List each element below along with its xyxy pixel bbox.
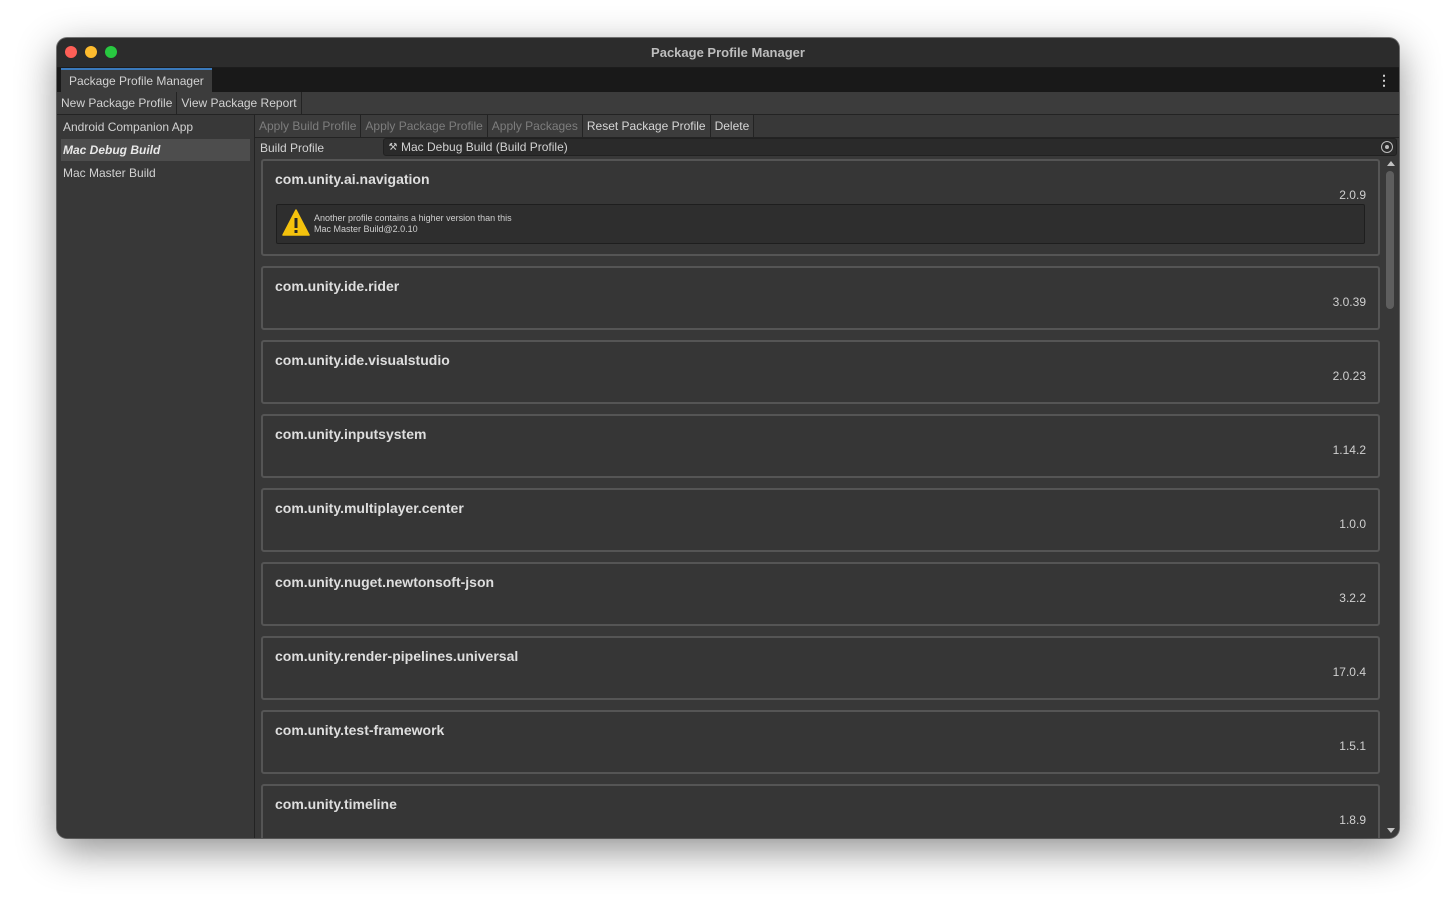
package-version: 1.5.1 xyxy=(1339,739,1366,753)
build-profile-icon: ⚒ xyxy=(388,141,398,153)
build-profile-row: Build Profile ⚒ Mac Debug Build (Build P… xyxy=(255,138,1399,157)
tab-package-profile-manager[interactable]: Package Profile Manager xyxy=(61,68,212,92)
sidebar-item-mac-debug-build[interactable]: Mac Debug Build xyxy=(61,139,250,161)
package-name: com.unity.render-pipelines.universal xyxy=(275,648,519,664)
package-card: com.unity.ide.visualstudio 2.0.23 xyxy=(261,340,1380,404)
package-version: 1.14.2 xyxy=(1332,443,1366,457)
object-picker-icon[interactable] xyxy=(1381,141,1393,153)
profile-sidebar: Android Companion App Mac Debug Build Ma… xyxy=(57,115,255,838)
version-warning-box: Another profile contains a higher versio… xyxy=(276,204,1365,244)
package-card: com.unity.test-framework 1.5.1 xyxy=(261,710,1380,774)
package-name: com.unity.multiplayer.center xyxy=(275,500,464,516)
apply-build-profile-button[interactable]: Apply Build Profile xyxy=(255,115,362,137)
tab-bar: Package Profile Manager ⋮ xyxy=(57,68,1399,92)
package-name: com.unity.timeline xyxy=(275,796,397,812)
package-version: 1.0.0 xyxy=(1339,517,1366,531)
vertical-scrollbar[interactable] xyxy=(1383,159,1399,838)
sidebar-item-mac-master-build[interactable]: Mac Master Build xyxy=(61,162,250,184)
toolbar: New Package Profile View Package Report xyxy=(57,92,1399,115)
app-window: Package Profile Manager Package Profile … xyxy=(57,38,1399,838)
scroll-down-icon[interactable] xyxy=(1387,828,1395,833)
package-name: com.unity.test-framework xyxy=(275,722,445,738)
sidebar-item-android-companion-app[interactable]: Android Companion App xyxy=(61,116,250,138)
package-card: com.unity.inputsystem 1.14.2 xyxy=(261,414,1380,478)
window-controls xyxy=(65,46,117,58)
package-version: 3.2.2 xyxy=(1339,591,1366,605)
scroll-up-icon[interactable] xyxy=(1387,161,1395,166)
package-version: 3.0.39 xyxy=(1332,295,1366,309)
warning-detail: Mac Master Build@2.0.10 xyxy=(314,224,418,234)
package-name: com.unity.ide.rider xyxy=(275,278,400,294)
window-title: Package Profile Manager xyxy=(651,45,805,60)
package-version: 1.8.9 xyxy=(1339,813,1366,827)
new-package-profile-button[interactable]: New Package Profile xyxy=(57,92,178,114)
package-version: 2.0.23 xyxy=(1332,369,1366,383)
package-version: 2.0.9 xyxy=(1339,188,1366,202)
package-card: com.unity.nuget.newtonsoft-json 3.2.2 xyxy=(261,562,1380,626)
package-name: com.unity.inputsystem xyxy=(275,426,427,442)
package-card: com.unity.ai.navigation 2.0.9 Another pr… xyxy=(261,159,1380,256)
reset-package-profile-button[interactable]: Reset Package Profile xyxy=(582,115,711,137)
package-card: com.unity.render-pipelines.universal 17.… xyxy=(261,636,1380,700)
build-profile-label: Build Profile xyxy=(260,140,325,155)
apply-packages-button[interactable]: Apply Packages xyxy=(487,115,583,137)
package-card: com.unity.ide.rider 3.0.39 xyxy=(261,266,1380,330)
minimize-window-button[interactable] xyxy=(85,46,97,58)
view-package-report-button[interactable]: View Package Report xyxy=(177,92,302,114)
maximize-window-button[interactable] xyxy=(105,46,117,58)
package-name: com.unity.nuget.newtonsoft-json xyxy=(275,574,495,590)
close-window-button[interactable] xyxy=(65,46,77,58)
profile-detail-panel: Apply Build Profile Apply Package Profil… xyxy=(255,115,1399,838)
package-card: com.unity.timeline 1.8.9 xyxy=(261,784,1380,838)
warning-icon xyxy=(282,209,310,236)
package-card: com.unity.multiplayer.center 1.0.0 xyxy=(261,488,1380,552)
package-name: com.unity.ai.navigation xyxy=(275,171,430,187)
build-profile-value: Mac Debug Build (Build Profile) xyxy=(401,140,568,154)
warning-message: Another profile contains a higher versio… xyxy=(314,213,512,223)
action-bar: Apply Build Profile Apply Package Profil… xyxy=(255,115,1399,138)
title-bar: Package Profile Manager xyxy=(57,38,1399,68)
package-list: com.unity.ai.navigation 2.0.9 Another pr… xyxy=(255,159,1383,838)
more-options-icon[interactable]: ⋮ xyxy=(1377,72,1391,89)
scrollbar-thumb[interactable] xyxy=(1386,171,1394,309)
package-version: 17.0.4 xyxy=(1332,665,1366,679)
apply-package-profile-button[interactable]: Apply Package Profile xyxy=(361,115,488,137)
package-name: com.unity.ide.visualstudio xyxy=(275,352,450,368)
build-profile-field[interactable]: ⚒ Mac Debug Build (Build Profile) xyxy=(383,138,1397,156)
delete-button[interactable]: Delete xyxy=(710,115,755,137)
